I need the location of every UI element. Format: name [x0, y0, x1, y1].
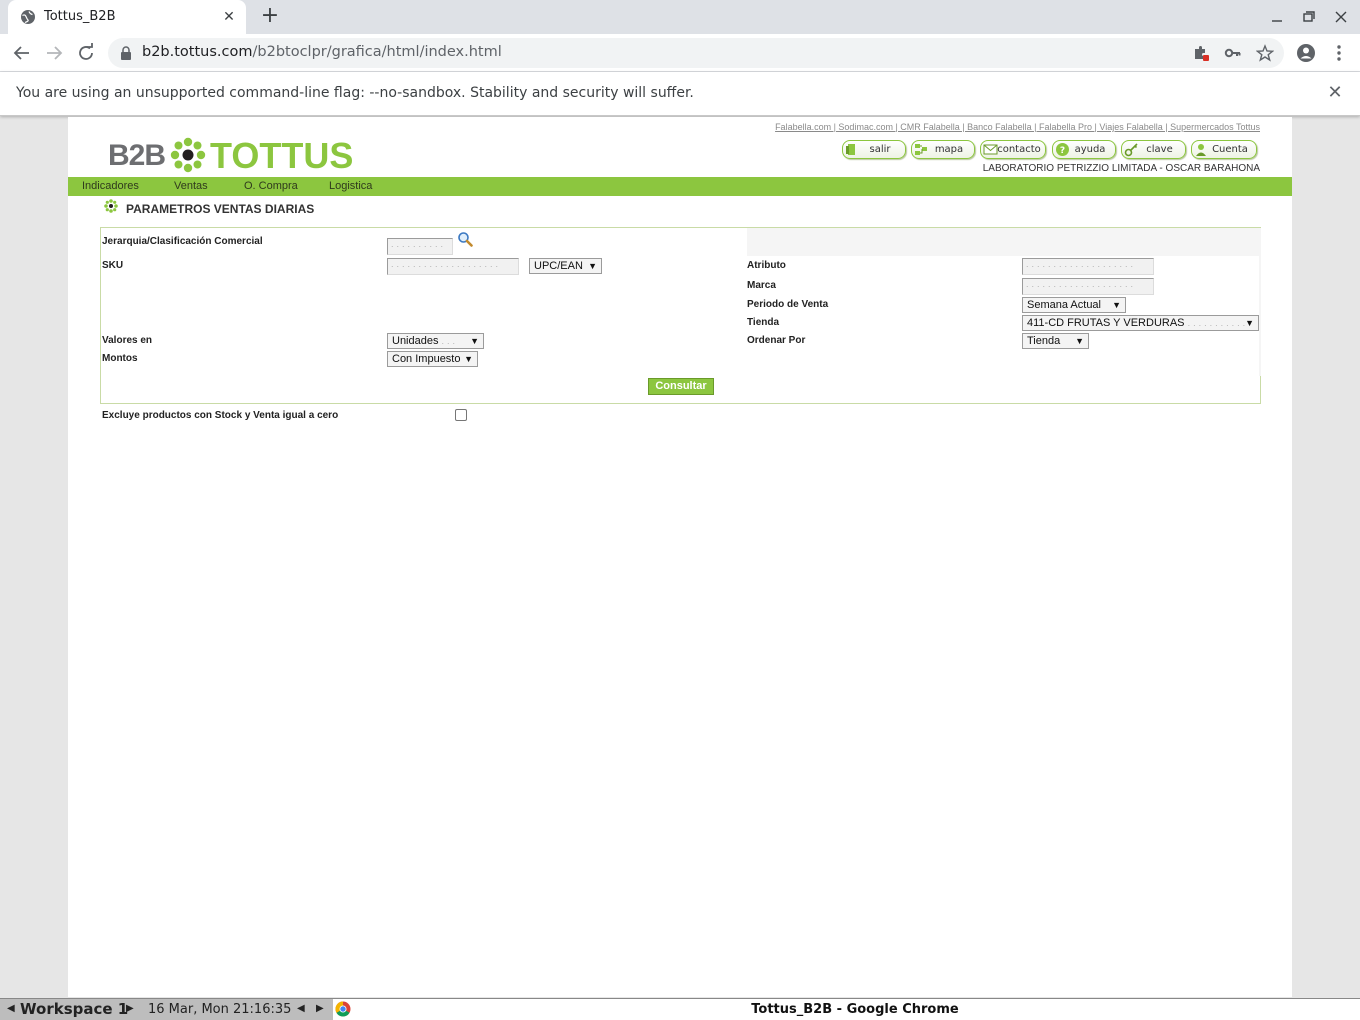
contacto-button[interactable]: contacto — [980, 140, 1046, 159]
section-dots-icon — [104, 199, 118, 213]
restore-icon[interactable] — [1298, 6, 1320, 28]
browser-tab[interactable]: Tottus_B2B ✕ — [8, 0, 246, 34]
workspace-next-icon[interactable]: ▶ — [126, 1003, 134, 1014]
logo-dots-icon — [170, 137, 206, 173]
infobar-close-icon[interactable]: ✕ — [1324, 82, 1346, 104]
montos-select[interactable]: Con Impuesto ▼ — [387, 351, 478, 367]
partner-links[interactable]: Falabella.com | Sodimac.com | CMR Falabe… — [775, 122, 1260, 132]
address-bar[interactable]: b2b.tottus.com/b2btoclpr/grafica/html/in… — [108, 38, 1284, 68]
browser-toolbar: b2b.tottus.com/b2btoclpr/grafica/html/in… — [0, 34, 1360, 72]
taskbar-left-panel: ◀ Workspace 1 ▶ 16 Mar, Mon 21:16:35 ◀ ▶ — [0, 999, 333, 1020]
browser-tabstrip: Tottus_B2B ✕ + — [0, 0, 1360, 34]
reload-icon[interactable] — [74, 41, 98, 65]
menu-item-ventas[interactable]: Ventas — [174, 180, 208, 192]
chevron-down-icon: ▼ — [470, 336, 479, 346]
globe-icon — [21, 10, 35, 24]
tienda-label: Tienda — [747, 317, 780, 328]
page-content: Falabella.com | Sodimac.com | CMR Falabe… — [68, 117, 1292, 997]
warning-infobar: You are using an unsupported command-lin… — [0, 72, 1360, 116]
marca-input[interactable]: .................... — [1022, 278, 1154, 295]
logo-b2b-text: B2B — [108, 139, 166, 172]
url-text: b2b.tottus.com/b2btoclpr/grafica/html/in… — [142, 44, 502, 60]
exclude-zero-checkbox[interactable] — [455, 409, 467, 421]
bookmark-star-icon[interactable] — [1255, 44, 1275, 62]
search-magnifier-icon[interactable] — [457, 231, 473, 247]
exclude-zero-label: Excluye productos con Stock y Venta igua… — [102, 410, 339, 421]
minimize-icon[interactable] — [1266, 6, 1288, 28]
workspace-prev-icon[interactable]: ◀ — [7, 1003, 15, 1014]
menu-item-indicadores[interactable]: Indicadores — [82, 180, 139, 192]
jerarquia-input[interactable]: .......... — [387, 238, 453, 255]
forward-arrow-icon[interactable] — [42, 41, 66, 65]
infobar-message: You are using an unsupported command-lin… — [16, 85, 694, 101]
chevron-down-icon: ▼ — [1245, 318, 1254, 328]
clave-button[interactable]: clave — [1121, 140, 1186, 159]
valores-label: Valores en — [102, 335, 153, 346]
periodo-label: Periodo de Venta — [747, 299, 829, 310]
more-menu-icon[interactable] — [1328, 42, 1350, 64]
montos-label: Montos — [102, 353, 138, 364]
profile-icon[interactable] — [1295, 42, 1317, 64]
main-menu-bar: Indicadores Ventas O. Compra Logistica — [68, 177, 1292, 196]
chevron-down-icon: ▼ — [588, 261, 597, 271]
sku-type-select[interactable]: UPC/EAN ▼ — [529, 258, 602, 274]
salir-button[interactable]: salir — [842, 140, 906, 159]
sku-label: SKU — [102, 260, 124, 271]
ordenar-select[interactable]: Tienda ▼ — [1022, 333, 1089, 349]
jerarquia-label: Jerarquia/Clasificación Comercial — [102, 236, 263, 247]
extension-blocked-icon[interactable] — [1192, 44, 1210, 62]
sku-input[interactable]: .................... — [387, 258, 519, 275]
lock-icon — [121, 46, 131, 60]
valores-select[interactable]: Unidades ... ▼ — [387, 333, 484, 349]
ayuda-button[interactable]: ? ayuda — [1052, 140, 1116, 159]
tottus-b2b-logo[interactable]: B2B TOTTUS — [108, 135, 354, 176]
menu-item-logistica[interactable]: Logistica — [329, 180, 372, 192]
ordenar-label: Ordenar Por — [747, 335, 806, 346]
tab-title: Tottus_B2B — [44, 9, 116, 24]
consultar-button[interactable]: Consultar — [648, 378, 714, 395]
window-next-icon[interactable]: ▶ — [316, 1003, 324, 1014]
tab-close-icon[interactable]: ✕ — [220, 8, 238, 26]
user-company-label: LABORATORIO PETRIZZIO LIMITADA - OSCAR B… — [982, 163, 1260, 174]
page-title: PARAMETROS VENTAS DIARIAS — [126, 202, 315, 216]
form-band-edge — [1259, 256, 1261, 376]
os-taskbar: ◀ Workspace 1 ▶ 16 Mar, Mon 21:16:35 ◀ ▶… — [0, 998, 1360, 1020]
chevron-down-icon: ▼ — [1075, 336, 1084, 346]
window-prev-icon[interactable]: ◀ — [297, 1003, 305, 1014]
taskbar-window-title[interactable]: Tottus_B2B - Google Chrome — [350, 1002, 1360, 1017]
tienda-select[interactable]: 411-CD FRUTAS Y VERDURAS ........... ▼ — [1022, 315, 1259, 331]
atributo-label: Atributo — [747, 260, 786, 271]
menu-item-orden-compra[interactable]: O. Compra — [244, 180, 298, 192]
new-tab-button[interactable]: + — [258, 5, 282, 29]
atributo-input[interactable]: .................... — [1022, 258, 1154, 275]
chevron-down-icon: ▼ — [464, 354, 473, 364]
cuenta-button[interactable]: Cuenta — [1191, 140, 1257, 159]
chrome-app-icon — [335, 1001, 351, 1017]
key-icon[interactable] — [1224, 44, 1242, 62]
periodo-select[interactable]: Semana Actual ▼ — [1022, 297, 1126, 313]
workspace-label[interactable]: Workspace 1 — [20, 1000, 128, 1018]
logo-tottus-text: TOTTUS — [210, 135, 354, 176]
parameters-form: Jerarquia/Clasificación Comercial ......… — [100, 227, 1261, 404]
taskbar-clock: 16 Mar, Mon 21:16:35 — [148, 1002, 292, 1017]
marca-label: Marca — [747, 280, 776, 291]
window-close-icon[interactable] — [1330, 6, 1352, 28]
chevron-down-icon: ▼ — [1112, 300, 1121, 310]
mapa-button[interactable]: mapa — [911, 140, 975, 159]
form-band — [747, 228, 1261, 256]
back-arrow-icon[interactable] — [10, 41, 34, 65]
